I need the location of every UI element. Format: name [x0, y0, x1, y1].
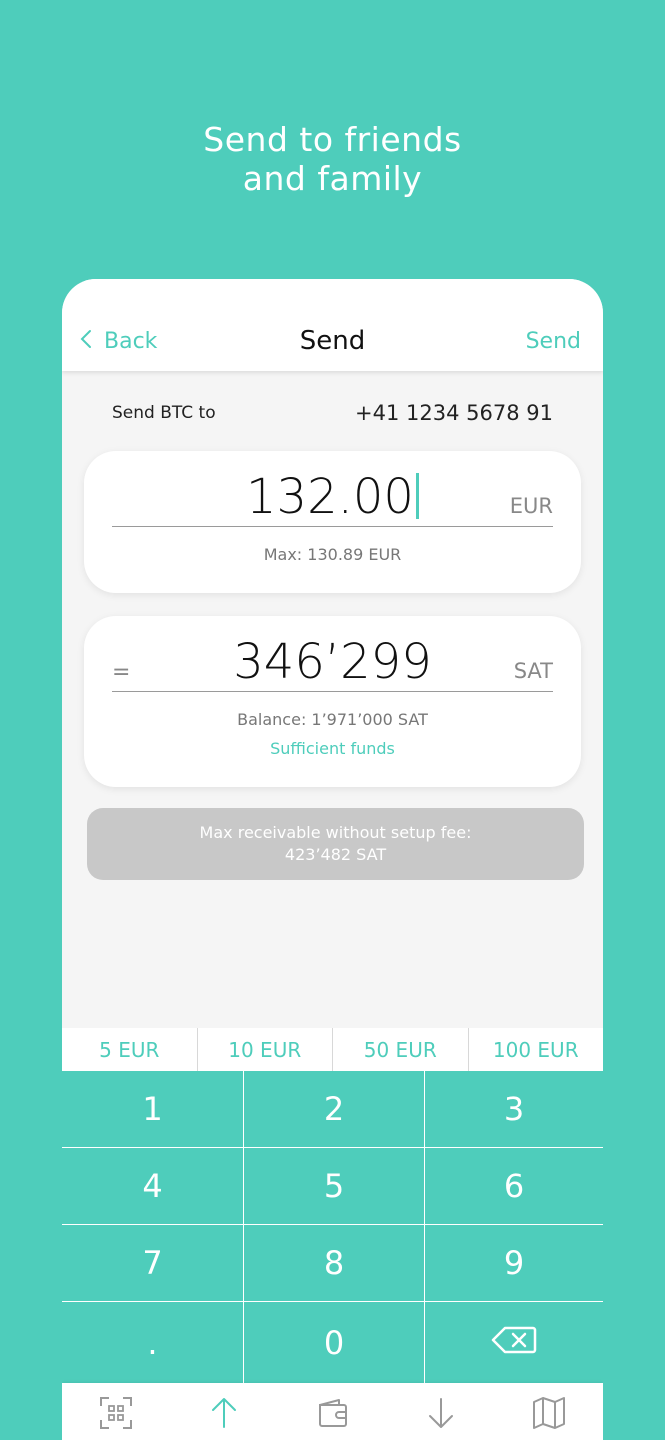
eur-unit: EUR	[509, 494, 553, 518]
recipient-row: Send BTC to +41 1234 5678 91	[112, 401, 553, 425]
page-title: Send	[299, 326, 366, 356]
tab-receive[interactable]	[387, 1383, 495, 1440]
sat-amount-value: 346’299	[233, 634, 432, 690]
quick-amount-50-button[interactable]: 50 EUR	[333, 1028, 469, 1071]
bottom-tab-bar	[62, 1383, 603, 1440]
key-decimal[interactable]: .	[62, 1302, 244, 1383]
sat-amount-field[interactable]: = 346’299 SAT	[112, 632, 553, 692]
balance-text: Balance: 1’971’000 SAT	[237, 710, 428, 729]
setup-fee-info-box: Max receivable without setup fee: 423’48…	[87, 808, 584, 880]
quick-amount-5-button[interactable]: 5 EUR	[62, 1028, 198, 1071]
backspace-button[interactable]	[425, 1302, 603, 1383]
key-7[interactable]: 7	[62, 1225, 244, 1302]
quick-amount-10-button[interactable]: 10 EUR	[198, 1028, 333, 1071]
quick-amount-row: 5 EUR 10 EUR 50 EUR 100 EUR	[62, 1028, 603, 1071]
send-button[interactable]: Send	[526, 329, 581, 354]
sat-unit: SAT	[513, 659, 553, 683]
key-4[interactable]: 4	[62, 1148, 244, 1225]
tab-map[interactable]	[495, 1383, 603, 1440]
funds-status-text: Sufficient funds	[270, 739, 395, 758]
eur-amount-field[interactable]: 132.00 EUR	[112, 467, 553, 527]
key-3[interactable]: 3	[425, 1071, 603, 1148]
scan-icon	[98, 1395, 134, 1435]
recipient-phone[interactable]: +41 1234 5678 91	[355, 401, 553, 425]
wallet-icon	[315, 1395, 351, 1435]
key-0[interactable]: 0	[244, 1302, 425, 1383]
phone-screen: Back Send Send Send BTC to +41 1234 5678…	[62, 279, 603, 1440]
tab-wallet[interactable]	[278, 1383, 386, 1440]
backspace-icon	[491, 1324, 537, 1362]
key-6[interactable]: 6	[425, 1148, 603, 1225]
key-5[interactable]: 5	[244, 1148, 425, 1225]
send-arrow-icon	[206, 1395, 242, 1435]
quick-amount-100-button[interactable]: 100 EUR	[469, 1028, 604, 1071]
key-2[interactable]: 2	[244, 1071, 425, 1148]
key-1[interactable]: 1	[62, 1071, 244, 1148]
receive-arrow-icon	[423, 1395, 459, 1435]
tab-send[interactable]	[170, 1383, 278, 1440]
info-line-2: 423’482 SAT	[284, 845, 387, 864]
sat-amount-card: = 346’299 SAT Balance: 1’971’000 SAT Suf…	[84, 616, 581, 787]
key-8[interactable]: 8	[244, 1225, 425, 1302]
headline-line-2: and family	[242, 159, 423, 198]
max-amount-text: Max: 130.89 EUR	[263, 545, 402, 564]
text-cursor	[415, 473, 419, 519]
info-line-1: Max receivable without setup fee:	[199, 823, 472, 842]
recipient-label: Send BTC to	[112, 403, 216, 423]
headline-line-1: Send to friends	[203, 120, 462, 159]
headline: Send to friends and family	[0, 120, 665, 198]
key-9[interactable]: 9	[425, 1225, 603, 1302]
navigation-bar: Back Send Send	[62, 279, 603, 371]
tab-scan[interactable]	[62, 1383, 170, 1440]
eur-amount-card: 132.00 EUR Max: 130.89 EUR	[84, 451, 581, 593]
eur-amount-value: 132.00	[246, 469, 414, 525]
map-icon	[531, 1395, 567, 1435]
numeric-keypad: 1 2 3 4 5 6 7 8 9 . 0	[62, 1071, 603, 1383]
